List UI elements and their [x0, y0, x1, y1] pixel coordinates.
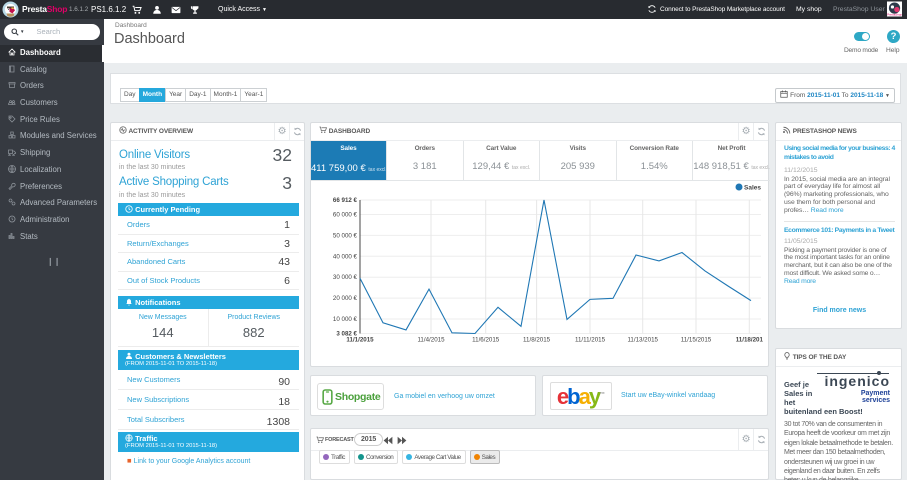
svg-text:PrestaShop: PrestaShop — [887, 13, 902, 17]
svg-text:40 000 €: 40 000 € — [333, 253, 358, 260]
svg-text:11/15/2015: 11/15/2015 — [681, 337, 712, 344]
svg-text:66 912 €: 66 912 € — [333, 197, 358, 204]
svg-text:60 000 €: 60 000 € — [333, 211, 358, 218]
svg-text:11/4/2015: 11/4/2015 — [417, 337, 445, 344]
svg-text:11/13/2015: 11/13/2015 — [627, 337, 658, 344]
svg-text:10 000 €: 10 000 € — [333, 316, 358, 323]
svg-text:Sales: Sales — [744, 185, 761, 192]
svg-text:11/8/2015: 11/8/2015 — [523, 337, 551, 344]
svg-text:50 000 €: 50 000 € — [333, 232, 358, 239]
svg-text:11/18/201: 11/18/201 — [736, 337, 764, 344]
svg-text:20 000 €: 20 000 € — [333, 295, 358, 302]
svg-text:30 000 €: 30 000 € — [333, 274, 358, 281]
svg-text:11/1/2015: 11/1/2015 — [346, 337, 374, 344]
svg-text:11/11/2015: 11/11/2015 — [575, 337, 606, 344]
svg-text:11/6/2015: 11/6/2015 — [472, 337, 500, 344]
